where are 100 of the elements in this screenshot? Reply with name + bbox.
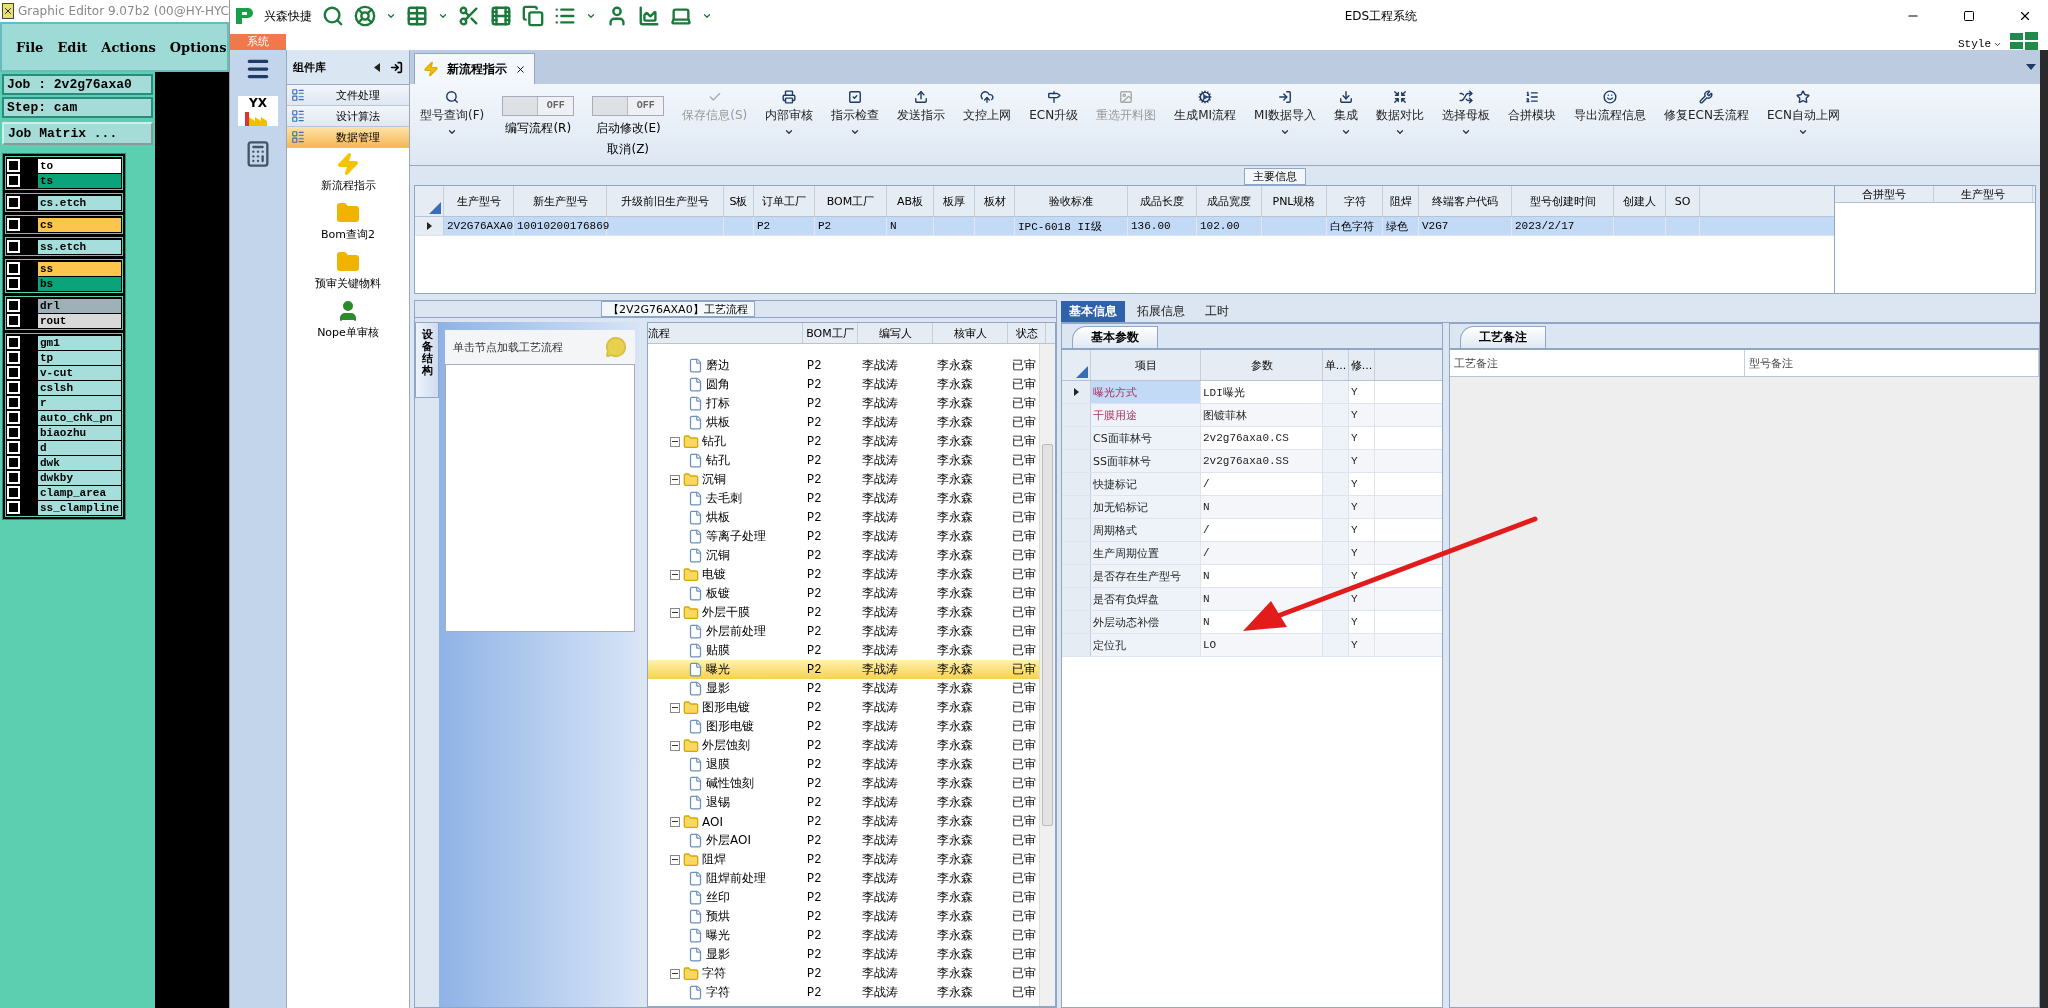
param-row[interactable]: 曝光方式 LDI曝光 Y xyxy=(1062,381,1442,404)
param-row[interactable]: 是否存在生产型号 N Y xyxy=(1062,565,1442,588)
column-header[interactable]: 新生产型号 xyxy=(514,186,607,216)
layer-name[interactable]: dwkby xyxy=(38,470,121,485)
toolbar-button[interactable]: ECN升级 xyxy=(1021,88,1087,126)
laptop-icon[interactable] xyxy=(670,5,692,27)
layer-checkbox[interactable] xyxy=(7,486,20,499)
side-tab[interactable]: 设备结构 xyxy=(415,322,439,399)
toggle-switch[interactable]: OFF 编写流程(R) xyxy=(494,88,583,137)
column-header[interactable]: 型号备注 xyxy=(1744,350,2039,376)
collapse-icon[interactable] xyxy=(670,740,680,751)
collapse-icon[interactable] xyxy=(670,854,680,865)
collapse-icon[interactable] xyxy=(670,702,680,713)
collapse-icon[interactable] xyxy=(670,436,680,447)
layer-name[interactable]: v-cut xyxy=(38,365,121,380)
layer-checkbox[interactable] xyxy=(7,456,20,469)
layer-name[interactable]: biaozhu xyxy=(38,425,121,440)
section-item[interactable]: 设计算法 xyxy=(287,106,409,127)
copy-icon[interactable] xyxy=(522,5,544,27)
section-item[interactable]: 文件处理 xyxy=(287,85,409,106)
menu-item[interactable]: File xyxy=(16,39,44,55)
toolbar-button[interactable]: 选择母板 xyxy=(1434,88,1498,139)
param-row[interactable]: 外层动态补偿 N Y xyxy=(1062,611,1442,634)
login-icon[interactable] xyxy=(390,60,403,74)
caret-icon[interactable] xyxy=(438,11,448,21)
yx-module-logo[interactable]: YX xyxy=(238,96,278,126)
layer-name[interactable]: clamp_area xyxy=(38,485,121,500)
column-header[interactable]: 单... xyxy=(1323,350,1349,380)
toolbar-button[interactable]: 指示检查 xyxy=(823,88,888,139)
layer-name[interactable]: bs xyxy=(38,276,121,291)
caret-icon[interactable] xyxy=(386,11,396,21)
layer-checkbox[interactable] xyxy=(7,426,20,439)
area-chart-icon[interactable] xyxy=(638,5,660,27)
layer-name[interactable]: cs.etch xyxy=(38,195,121,210)
column-header[interactable]: 板厚 xyxy=(934,186,975,216)
collapse-icon[interactable] xyxy=(670,569,680,580)
layer-checkbox[interactable] xyxy=(7,366,20,379)
toolbar-button[interactable]: ECN自动上网 xyxy=(1758,88,1848,139)
column-header[interactable]: 合拼型号 xyxy=(1835,186,1934,202)
toolbar-button[interactable]: 文控上网 xyxy=(955,88,1020,126)
column-header[interactable]: 参数 xyxy=(1201,350,1323,380)
collapse-icon[interactable] xyxy=(670,474,680,485)
column-header[interactable]: 阻焊 xyxy=(1383,186,1419,216)
column-header[interactable]: 项目 xyxy=(1091,350,1201,380)
param-row[interactable]: 周期格式 / Y xyxy=(1062,519,1442,542)
toolbar-button[interactable]: 集成 xyxy=(1326,88,1366,139)
tab[interactable]: 拓展信息 xyxy=(1129,301,1193,322)
caret-icon[interactable] xyxy=(702,11,712,21)
layer-name[interactable]: cslsh xyxy=(38,380,121,395)
sub-tab[interactable]: 工艺备注 xyxy=(1460,326,1546,348)
layer-checkbox[interactable] xyxy=(7,411,20,424)
job-matrix-button[interactable]: Job Matrix ... xyxy=(2,122,153,145)
switch-track[interactable]: OFF xyxy=(502,96,575,116)
column-header[interactable]: 字符 xyxy=(1327,186,1383,216)
toolbar-button[interactable]: 导出流程信息 xyxy=(1566,88,1654,126)
table-row[interactable]: 2V2G76AXA0 10010200176869 P2 P2 N IPC-6018 II级 136.00 102.00 白色字符 绿色 V2G7 2023/2/17 xyxy=(415,217,1834,236)
param-row[interactable]: 干膜用途 图镀菲林 Y xyxy=(1062,404,1442,427)
layer-checkbox[interactable] xyxy=(7,196,20,209)
column-header[interactable]: 核审人 xyxy=(933,323,1008,343)
layer-name[interactable]: rout xyxy=(38,313,121,328)
layer-name[interactable]: cs xyxy=(38,217,121,232)
tree-row[interactable]: 曝光 P2 李战涛 李永森 已审 xyxy=(648,660,1039,679)
layer-checkbox[interactable] xyxy=(7,299,20,312)
param-row[interactable]: 生产周期位置 / Y xyxy=(1062,542,1442,565)
tab[interactable]: 工时 xyxy=(1197,301,1237,322)
param-row[interactable]: 加无铅标记 N Y xyxy=(1062,496,1442,519)
column-header[interactable]: SO xyxy=(1666,186,1700,216)
column-header[interactable]: BOM工厂 xyxy=(803,323,858,343)
column-header[interactable]: 修... xyxy=(1349,350,1375,380)
layer-name[interactable]: ss_clampline xyxy=(38,500,121,515)
component-item[interactable]: Nope单审核 xyxy=(287,295,409,344)
column-header[interactable]: BOM工厂 xyxy=(815,186,887,216)
collapse-icon[interactable] xyxy=(670,968,680,979)
style-menu[interactable]: Style xyxy=(1958,38,2002,50)
toolbar-button[interactable]: 修复ECN丢流程 xyxy=(1656,88,1757,126)
layer-checkbox[interactable] xyxy=(7,441,20,454)
toolbar-button[interactable]: MI数据导入 xyxy=(1246,88,1324,139)
column-header[interactable]: 生产型号 xyxy=(1934,186,2033,202)
param-row[interactable]: 定位孔 LO Y xyxy=(1062,634,1442,657)
column-header[interactable]: PNL规格 xyxy=(1262,186,1327,216)
maximize-icon[interactable] xyxy=(1963,10,1975,22)
layer-checkbox[interactable] xyxy=(7,262,20,275)
sub-tab[interactable]: 基本参数 xyxy=(1072,326,1158,348)
column-header[interactable]: 升级前旧生产型号 xyxy=(607,186,724,216)
film-icon[interactable] xyxy=(490,5,512,27)
layer-checkbox[interactable] xyxy=(7,381,20,394)
column-header[interactable]: 验收标准 xyxy=(1015,186,1128,216)
layer-name[interactable]: ts xyxy=(38,173,121,188)
caret-icon[interactable] xyxy=(2026,64,2036,70)
list-icon[interactable] xyxy=(554,5,576,27)
component-item[interactable]: 预审关键物料 xyxy=(287,246,409,295)
caret-icon[interactable] xyxy=(586,11,596,21)
layer-checkbox[interactable] xyxy=(7,336,20,349)
toolbar-button[interactable]: 合拼模块 xyxy=(1500,88,1564,126)
param-row[interactable]: 快捷标记 / Y xyxy=(1062,473,1442,496)
person-icon[interactable] xyxy=(606,5,628,27)
layer-checkbox[interactable] xyxy=(7,351,20,364)
column-header[interactable]: 编写人 xyxy=(858,323,933,343)
layer-checkbox[interactable] xyxy=(7,240,20,253)
toolbar-button[interactable]: 发送指示 xyxy=(889,88,954,126)
